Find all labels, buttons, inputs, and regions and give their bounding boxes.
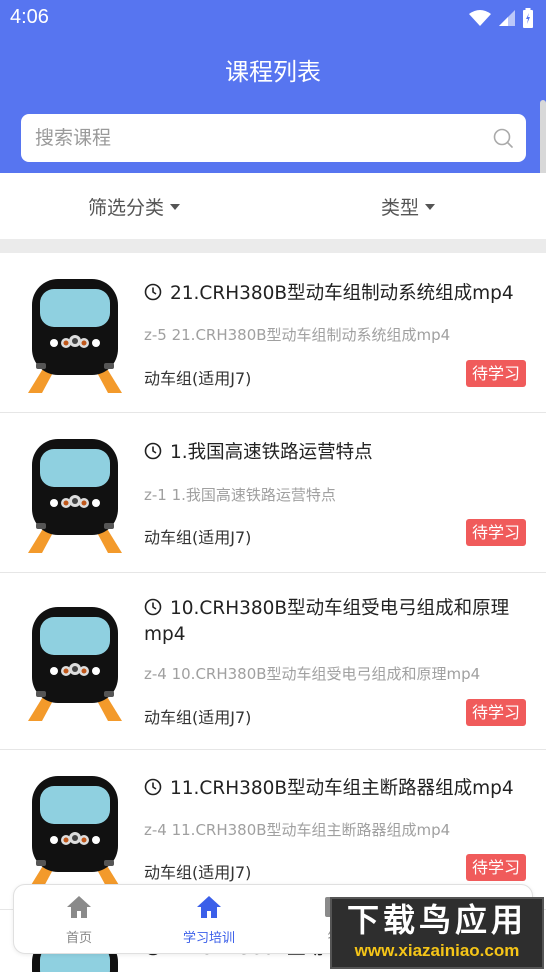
course-title: 10.CRH380B型动车组受电弓组成和原理mp4 [144, 596, 529, 648]
home-icon [67, 896, 91, 918]
clock-icon [144, 778, 162, 796]
tab-study-training[interactable]: 学习培训 [159, 895, 259, 946]
clock-icon [144, 442, 162, 460]
watermark-url: www.xiazainiao.com [354, 941, 520, 960]
home-icon [197, 896, 221, 918]
course-subtitle: z-5 21.CRH380B型动车组制动系统组成mp4 [144, 326, 451, 344]
course-category: 动车组(适用J7) [144, 528, 252, 547]
course-title-text: 11.CRH380B型动车组主断路器组成mp4 [170, 778, 514, 799]
course-item[interactable]: 21.CRH380B型动车组制动系统组成mp4 z-5 21.CRH380B型动… [0, 253, 546, 413]
wifi-icon [469, 10, 491, 26]
search-icon[interactable] [492, 127, 514, 149]
signal-icon [499, 10, 515, 26]
clock-icon [144, 283, 162, 301]
type-filter[interactable]: 类型 [381, 193, 436, 220]
caret-down-icon [425, 203, 436, 210]
course-category: 动车组(适用J7) [144, 708, 252, 727]
course-title: 21.CRH380B型动车组制动系统组成mp4 [144, 281, 529, 307]
course-title-text: 10.CRH380B型动车组受电弓组成和原理mp4 [144, 598, 510, 645]
course-subtitle: z-1 1.我国高速铁路运营特点 [144, 486, 336, 504]
search-box[interactable] [21, 114, 526, 162]
tab-study-training-label: 学习培训 [182, 931, 235, 946]
course-title-text: 21.CRH380B型动车组制动系统组成mp4 [170, 283, 514, 304]
watermark-logo: 下载鸟应用 www.xiazainiao.com [330, 897, 544, 969]
course-title-text: 1.我国高速铁路运营特点 [170, 442, 373, 463]
train-icon [28, 439, 122, 553]
course-subtitle: z-4 10.CRH380B型动车组受电弓组成和原理mp4 [144, 665, 481, 683]
status-bar: 4:06 [0, 0, 546, 38]
status-icons [468, 8, 534, 28]
status-badge: 待学习 [465, 854, 526, 881]
course-subtitle: z-4 11.CRH380B型动车组主断路器组成mp4 [144, 821, 451, 839]
tab-home[interactable]: 首页 [29, 895, 129, 946]
status-badge: 待学习 [465, 519, 526, 546]
train-icon [28, 776, 122, 890]
course-category: 动车组(适用J7) [144, 863, 252, 882]
divider [0, 239, 546, 253]
clock-icon [144, 598, 162, 616]
status-badge: 待学习 [465, 360, 526, 387]
course-title: 11.CRH380B型动车组主断路器组成mp4 [144, 776, 529, 802]
caret-down-icon [170, 203, 181, 210]
status-badge: 待学习 [465, 699, 526, 726]
course-item[interactable]: 1.我国高速铁路运营特点 z-1 1.我国高速铁路运营特点 动车组(适用J7) … [0, 413, 546, 573]
category-filter-label: 筛选分类 [88, 197, 165, 219]
status-time: 4:06 [10, 6, 49, 28]
search-input[interactable] [35, 124, 475, 152]
page-title: 课程列表 [225, 58, 321, 86]
course-item[interactable]: 10.CRH380B型动车组受电弓组成和原理mp4 z-4 10.CRH380B… [0, 573, 546, 750]
watermark-title: 下载鸟应用 [346, 901, 527, 939]
battery-icon [523, 8, 533, 28]
course-category: 动车组(适用J7) [144, 369, 252, 388]
course-title: 1.我国高速铁路运营特点 [144, 440, 529, 466]
filter-bar: 筛选分类 类型 [0, 173, 546, 239]
train-icon [28, 279, 122, 393]
tab-home-label: 首页 [65, 931, 92, 946]
header-bar: 4:06 课程列表 [0, 0, 546, 173]
train-icon [28, 607, 122, 721]
type-filter-label: 类型 [381, 197, 420, 219]
category-filter[interactable]: 筛选分类 [88, 193, 181, 220]
